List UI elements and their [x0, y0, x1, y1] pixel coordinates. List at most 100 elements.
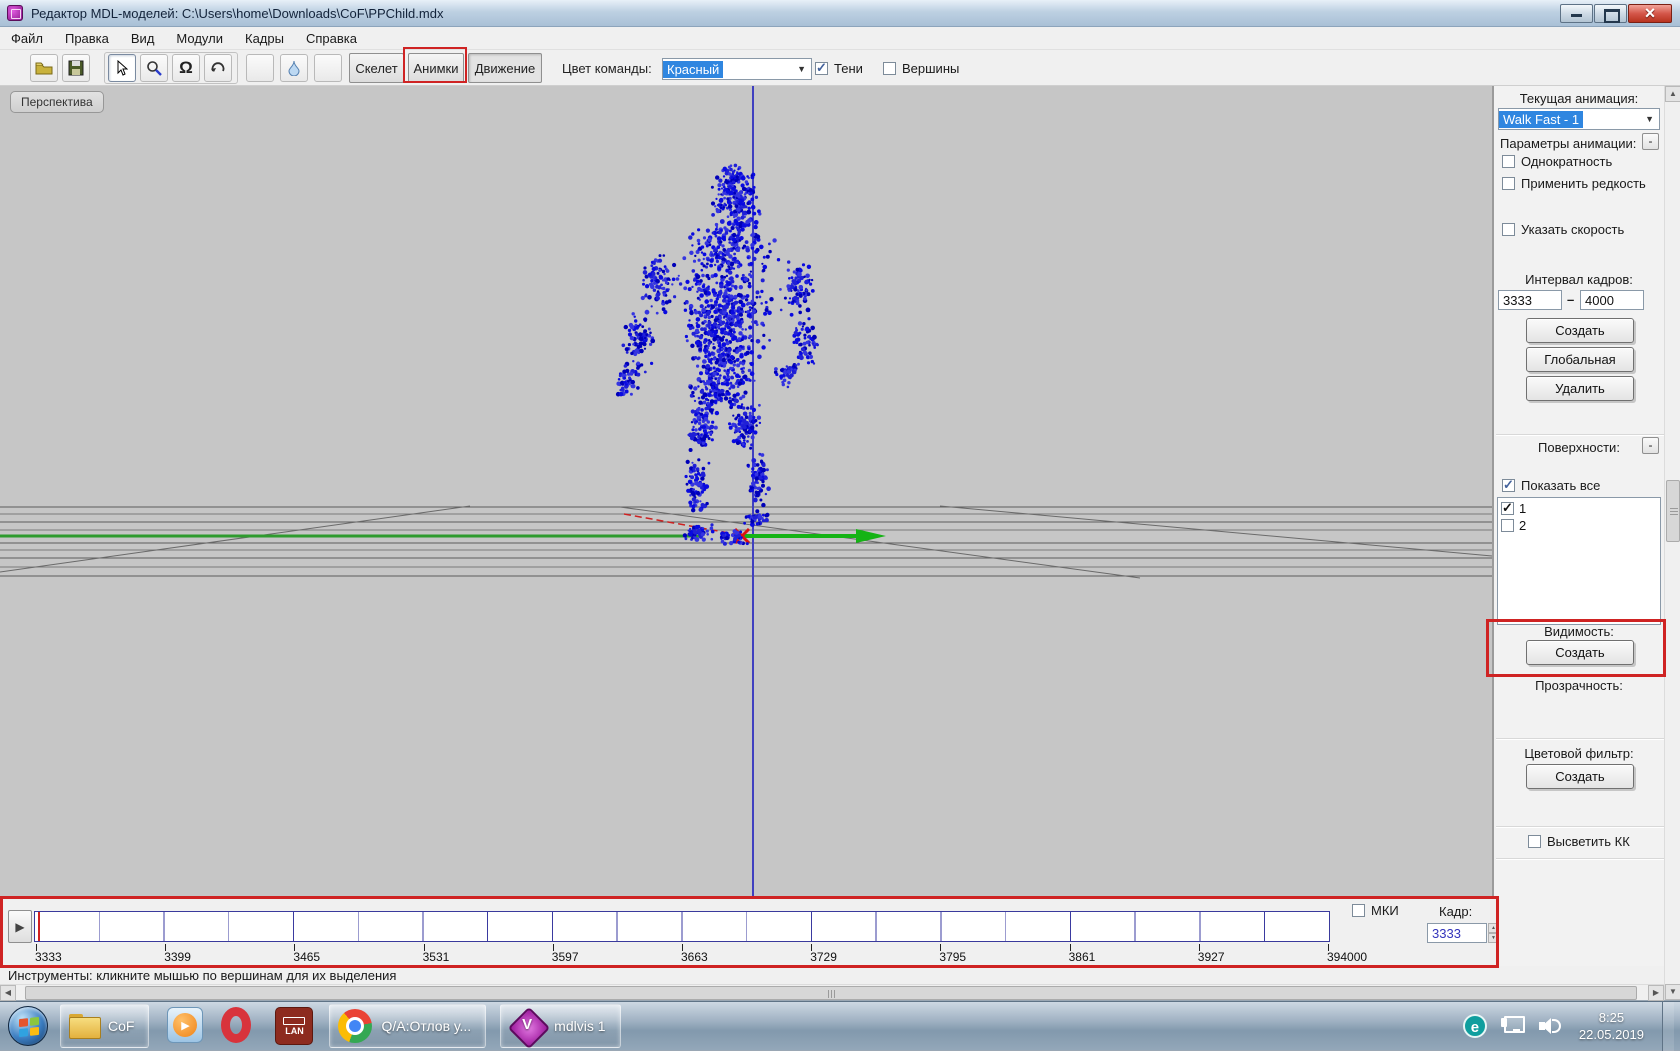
timeline-track[interactable] [34, 911, 1330, 942]
minimize-button[interactable] [1560, 3, 1593, 23]
taskbar-item-chrome[interactable]: Q/A:Отлов у... [329, 1004, 487, 1048]
taskbar-item-mdlvis[interactable]: mdlvis 1 [500, 1004, 621, 1048]
timeline-panel: ▶ 3333 3399 3465 3531 3597 3663 3729 3795 3861 39… [2, 898, 1499, 966]
taskbar-item-lan[interactable]: LAN [275, 1007, 314, 1045]
orbit-tool-button[interactable] [204, 54, 232, 82]
surface-checkbox[interactable] [1501, 519, 1514, 532]
show-desktop-button[interactable] [1662, 1001, 1674, 1051]
frame-spinner[interactable]: ▲ ▼ [1488, 923, 1499, 943]
status-bar: Инструменты: кликните мышью по вершинам … [0, 966, 1664, 984]
frame-input[interactable]: 3333 [1427, 923, 1487, 943]
interval-from-input[interactable]: 3333 [1498, 290, 1562, 310]
vertices-checkbox[interactable] [883, 62, 896, 75]
vertical-scroll-thumb[interactable] [1666, 480, 1680, 542]
select-tool-button[interactable] [108, 54, 136, 82]
animation-params-label: Параметры анимации: [1500, 136, 1637, 151]
eset-tray-icon[interactable]: e [1462, 1014, 1487, 1038]
taskbar-clock[interactable]: 8:25 22.05.2019 [1579, 1009, 1644, 1043]
spinner-up-icon[interactable]: ▲ [1488, 923, 1499, 933]
create-animation-button[interactable]: Создать [1526, 318, 1634, 343]
highlight-kk-checkbox[interactable] [1528, 835, 1541, 848]
surfaces-listbox[interactable]: 12 [1497, 497, 1661, 625]
timeline-tick-label: 3861 [1068, 950, 1096, 964]
highlight-kk-label: Высветить КК [1547, 834, 1630, 849]
surface-checkbox[interactable] [1501, 500, 1514, 516]
timeline-tick-label: 3663 [681, 950, 708, 964]
current-frame-marker[interactable] [38, 912, 40, 941]
collapse-params-button[interactable]: - [1642, 133, 1659, 150]
drop-tool-button[interactable] [280, 54, 308, 82]
orbit-icon [211, 62, 225, 72]
taskbar: CoF ▶ LAN Q/A:Отлов у... mdlvis 1 e 8:25… [0, 1001, 1680, 1051]
start-button[interactable] [8, 1006, 48, 1046]
mode-movement-button[interactable]: Движение [468, 53, 542, 83]
mode-anims-button[interactable]: Анимки [408, 53, 464, 83]
menu-frames[interactable]: Кадры [234, 28, 295, 49]
menu-view[interactable]: Вид [120, 28, 166, 49]
mode-skeleton-button[interactable]: Скелет [349, 53, 404, 83]
network-tray-icon[interactable] [1500, 1016, 1525, 1036]
menubar: Файл Правка Вид Модули Кадры Справка [0, 27, 1680, 50]
opera-icon [221, 1007, 252, 1043]
taskbar-item-cof-folder[interactable]: CoF [60, 1004, 150, 1048]
vertical-scrollbar[interactable]: ▲ ▼ [1664, 86, 1680, 1000]
taskbar-item-opera[interactable] [221, 1007, 259, 1045]
timeline-tick-label: 3531 [422, 950, 450, 964]
play-button[interactable]: ▶ [8, 910, 32, 943]
scroll-right-icon[interactable]: ▶ [1648, 985, 1664, 1001]
empty-tool-button-2[interactable] [314, 54, 342, 82]
mki-checkbox[interactable] [1352, 904, 1365, 917]
speed-checkbox[interactable] [1502, 223, 1515, 236]
show-all-checkbox[interactable] [1502, 477, 1515, 493]
surface-label: 2 [1519, 518, 1527, 533]
clock-date: 22.05.2019 [1578, 1027, 1644, 1042]
taskbar-item-label: Q/A:Отлов у... [381, 1018, 472, 1034]
horizontal-scrollbar[interactable]: ◀ ▶ [0, 984, 1664, 1001]
once-checkbox[interactable] [1502, 155, 1515, 168]
taskbar-item-media-player[interactable]: ▶ [167, 1007, 205, 1045]
delete-animation-button[interactable]: Удалить [1526, 376, 1634, 401]
show-all-label: Показать все [1521, 478, 1601, 493]
timeline-tick-label: 3597 [551, 950, 579, 964]
timeline-tick-label: 3465 [293, 950, 321, 964]
view-mode-chip[interactable]: Перспектива [10, 91, 104, 113]
rarity-checkbox[interactable] [1502, 177, 1515, 190]
shadows-label: Тени [834, 61, 863, 76]
scroll-left-icon[interactable]: ◀ [0, 985, 16, 1001]
current-animation-select[interactable]: Walk Fast - 1 ▼ [1498, 108, 1660, 130]
scroll-down-icon[interactable]: ▼ [1665, 984, 1680, 1000]
model-point-cloud [0, 86, 1492, 900]
visibility-create-button[interactable]: Создать [1526, 640, 1634, 665]
chevron-down-icon: ▼ [797, 64, 806, 74]
menu-file[interactable]: Файл [0, 28, 54, 49]
zoom-tool-button[interactable] [140, 54, 168, 82]
shadows-checkbox[interactable] [815, 60, 828, 76]
viewport-3d[interactable]: Перспектива [0, 86, 1492, 900]
empty-tool-button-1[interactable] [246, 54, 274, 82]
menu-help[interactable]: Справка [295, 28, 368, 49]
color-filter-create-button[interactable]: Создать [1526, 764, 1634, 789]
spinner-down-icon[interactable]: ▼ [1488, 933, 1499, 943]
restore-button[interactable] [1594, 3, 1627, 23]
interval-to-input[interactable]: 4000 [1580, 290, 1644, 310]
volume-tray-icon[interactable] [1538, 1016, 1561, 1036]
rotate-tool-button[interactable]: Ω [172, 54, 200, 82]
surface-list-item[interactable]: 1 [1501, 500, 1657, 517]
collapse-surfaces-button[interactable]: - [1642, 437, 1659, 454]
save-button[interactable] [62, 54, 90, 82]
timeline-tick-label: 3729 [810, 950, 837, 964]
menu-modules[interactable]: Модули [165, 28, 234, 49]
taskbar-item-label: mdlvis 1 [554, 1018, 606, 1034]
horizontal-scroll-thumb[interactable] [25, 986, 1637, 1000]
open-file-button[interactable] [30, 54, 58, 82]
media-player-icon: ▶ [167, 1007, 204, 1043]
current-animation-value: Walk Fast - 1 [1499, 110, 1584, 128]
global-animation-button[interactable]: Глобальная [1526, 347, 1634, 372]
scroll-up-icon[interactable]: ▲ [1665, 86, 1680, 102]
omega-icon: Ω [179, 58, 193, 77]
menu-edit[interactable]: Правка [54, 28, 120, 49]
close-button[interactable] [1628, 3, 1672, 24]
cursor-icon [117, 60, 128, 76]
team-color-select[interactable]: Красный ▼ [662, 58, 812, 80]
surface-list-item[interactable]: 2 [1501, 517, 1657, 534]
